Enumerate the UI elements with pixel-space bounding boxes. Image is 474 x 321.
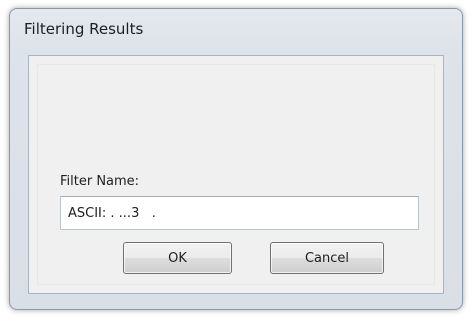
filtering-results-dialog: Filtering Results Filter Name: OK Cancel — [9, 8, 463, 310]
dialog-content-panel: Filter Name: OK Cancel — [28, 55, 444, 294]
ok-button[interactable]: OK — [123, 242, 232, 274]
filter-name-input[interactable] — [60, 196, 419, 230]
filter-name-label: Filter Name: — [60, 174, 140, 189]
dialog-title: Filtering Results — [24, 20, 144, 38]
cancel-button[interactable]: Cancel — [270, 242, 384, 274]
